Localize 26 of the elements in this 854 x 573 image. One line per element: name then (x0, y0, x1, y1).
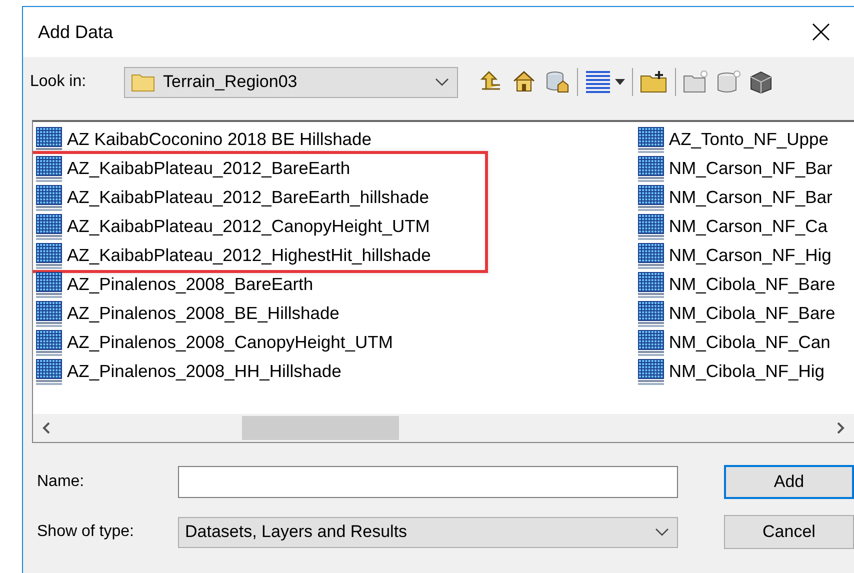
look-in-label: Look in: (30, 73, 86, 91)
file-name[interactable]: AZ_KaibabPlateau_2012_HighestHit_hillshade (67, 245, 431, 266)
file-name[interactable]: NM_Carson_NF_Hig (668, 245, 832, 266)
window-title: Add Data (38, 22, 114, 42)
look-in-dropdown[interactable]: Terrain_Region03 (124, 66, 458, 98)
file-name[interactable]: AZ KaibabCoconino 2018 BE Hillshade (67, 129, 372, 150)
file-name[interactable]: AZ_Tonto_NF_Uppe (668, 129, 828, 150)
file-name[interactable]: AZ_Pinalenos_2008_HH_Hillshade (67, 361, 342, 382)
file-name[interactable]: NM_Cibola_NF_Bare (668, 303, 836, 324)
file-name[interactable]: AZ_Pinalenos_2008_BareEarth (67, 274, 314, 295)
file-name[interactable]: NM_Carson_NF_Bar (668, 158, 832, 179)
file-name[interactable]: AZ_KaibabPlateau_2012_BareEarth_hillshade (67, 187, 429, 208)
type-dropdown[interactable]: Datasets, Layers and Results (178, 516, 678, 548)
add-button[interactable]: Add (724, 465, 854, 499)
file-name[interactable]: AZ_KaibabPlateau_2012_BareEarth (67, 158, 350, 179)
file-name[interactable]: AZ_Pinalenos_2008_CanopyHeight_UTM (67, 332, 393, 353)
file-name[interactable]: AZ_KaibabPlateau_2012_CanopyHeight_UTM (67, 216, 430, 237)
file-name[interactable]: NM_Cibola_NF_Can (668, 332, 830, 353)
name-label: Name: (37, 473, 86, 491)
cancel-button[interactable]: Cancel (724, 515, 854, 549)
file-name[interactable]: NM_Carson_NF_Ca (668, 216, 828, 237)
file-name[interactable]: NM_Cibola_NF_Bare (668, 274, 836, 295)
type-label: Show of type: (37, 523, 135, 541)
file-name[interactable]: NM_Carson_NF_Bar (668, 187, 832, 208)
file-name[interactable]: AZ_Pinalenos_2008_BE_Hillshade (67, 303, 340, 324)
file-name[interactable]: NM_Cibola_NF_Hig (668, 361, 825, 382)
